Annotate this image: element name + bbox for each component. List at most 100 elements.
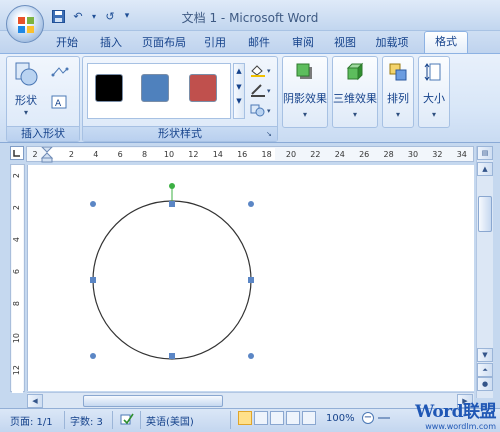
3d-effects-button[interactable]: 三维效果 ▾: [332, 56, 378, 128]
tab-mailings[interactable]: 邮件: [244, 34, 274, 52]
scroll-down-icon[interactable]: ▼: [477, 348, 493, 362]
shadow-effects-icon: [296, 63, 312, 79]
ruler-tick: 10: [163, 150, 175, 159]
svg-text:▾: ▾: [267, 107, 271, 115]
ruler-tick: 32: [432, 150, 443, 159]
chevron-up-icon[interactable]: ▲: [234, 67, 244, 75]
chevron-down-icon: ▾: [23, 108, 28, 117]
rotate-handle[interactable]: [169, 183, 175, 189]
ruler-tick: 2: [12, 205, 21, 211]
horizontal-ruler[interactable]: 2 2 4 6 8 10 12 14 16 18 20 22 24 26 28 30 32 34: [26, 146, 474, 163]
ruler-tick: 2: [32, 150, 38, 159]
chevron-down-icon[interactable]: ▼: [234, 83, 244, 91]
3d-effects-label: 三维效果: [333, 92, 377, 105]
tab-references[interactable]: 引用: [200, 34, 230, 52]
ruler-tick: 10: [12, 333, 21, 344]
edit-shape-icon[interactable]: [51, 65, 69, 79]
shape-fill-icon[interactable]: ▾: [249, 63, 275, 77]
watermark-brand: Word联盟: [415, 402, 496, 422]
office-button[interactable]: [6, 5, 44, 43]
word-count[interactable]: 字数: 3: [70, 413, 103, 428]
resize-handle-right[interactable]: [248, 277, 254, 283]
select-browse-object-icon[interactable]: ●: [477, 377, 493, 391]
proofing-icon[interactable]: [120, 412, 134, 426]
scroll-left-icon[interactable]: ◀: [27, 394, 43, 408]
divider: [112, 411, 113, 429]
vertical-scrollbar[interactable]: ▤ ▲ ▼ ⏶ ●: [476, 146, 493, 398]
3d-effects-icon: [346, 62, 364, 81]
resize-handle-top-left[interactable]: [90, 201, 96, 207]
ruler-tick: 2: [68, 150, 74, 159]
size-label: 大小: [423, 92, 445, 105]
divider: [140, 411, 141, 429]
insert-shapes-group: 形状 ▾ A 插入形状: [6, 56, 80, 142]
resize-handle-bottom[interactable]: [169, 353, 175, 359]
style-swatch-black[interactable]: [95, 74, 123, 102]
ruler-tick: 24: [334, 150, 345, 159]
svg-text:▾: ▾: [267, 67, 271, 75]
resize-handle-top[interactable]: [169, 201, 175, 207]
zoom-level[interactable]: 100%: [326, 413, 355, 424]
size-icon: [424, 63, 441, 81]
print-layout-icon[interactable]: [238, 411, 252, 425]
indent-marker-icon[interactable]: [40, 147, 54, 163]
resize-handle-top-right[interactable]: [248, 201, 254, 207]
arrange-button[interactable]: 排列 ▾: [382, 56, 414, 128]
page-count[interactable]: 页面: 1/1: [10, 413, 53, 428]
chevron-down-icon: ▾: [302, 110, 307, 119]
resize-handle-left[interactable]: [90, 277, 96, 283]
shape-selection[interactable]: [28, 165, 475, 391]
tab-add-ins[interactable]: 加载项: [370, 34, 414, 52]
change-shape-icon[interactable]: ▾: [249, 103, 275, 117]
tab-page-layout[interactable]: 页面布局: [138, 34, 190, 52]
view-ruler-icon[interactable]: ▤: [477, 146, 493, 160]
scroll-thumb-horizontal[interactable]: [83, 395, 223, 407]
tab-insert[interactable]: 插入: [96, 34, 126, 52]
shape-outline-icon[interactable]: ▾: [249, 83, 275, 97]
document-canvas[interactable]: [27, 165, 474, 391]
zoom-out-icon[interactable]: −: [362, 412, 374, 424]
shape-styles-group-label: 形状样式: [83, 126, 277, 141]
resize-handle-bottom-right[interactable]: [248, 353, 254, 359]
full-screen-reading-icon[interactable]: [254, 411, 268, 425]
ruler-tick: 2: [12, 173, 21, 179]
tab-format[interactable]: 格式: [424, 31, 468, 53]
ruler-tick: 6: [12, 269, 21, 275]
style-swatch-red[interactable]: [189, 74, 217, 102]
ruler-tick: 16: [237, 150, 248, 159]
ruler-tick: 22: [310, 150, 321, 159]
shadow-effects-label: 阴影效果: [283, 92, 327, 105]
more-styles-icon[interactable]: ▼: [234, 97, 244, 105]
style-swatch-blue[interactable]: [141, 74, 169, 102]
tab-selector[interactable]: [10, 146, 24, 160]
view-buttons: [238, 411, 316, 425]
draft-icon[interactable]: [302, 411, 316, 425]
gallery-scroll[interactable]: ▲ ▼ ▼: [233, 63, 245, 119]
vertical-ruler[interactable]: 2 2 4 6 8 10 12: [10, 164, 25, 393]
watermark: Word联盟 www.wordlm.com: [385, 404, 496, 432]
shadow-effects-button[interactable]: 阴影效果 ▾: [282, 56, 328, 128]
shapes-button[interactable]: 形状 ▾: [11, 59, 41, 123]
ruler-tick: 14: [212, 150, 223, 159]
scroll-thumb[interactable]: [478, 196, 492, 232]
ruler-text-area: [12, 165, 23, 393]
divider: [64, 411, 65, 429]
tab-view[interactable]: 视图: [330, 34, 360, 52]
ruler-tick: 34: [456, 150, 467, 159]
tab-home[interactable]: 开始: [52, 34, 82, 52]
chevron-down-icon: ▾: [395, 110, 400, 119]
previous-page-icon[interactable]: ⏶: [477, 363, 493, 377]
circle-shape[interactable]: [92, 200, 252, 360]
dialog-launcher-icon[interactable]: ↘: [266, 130, 275, 139]
outline-icon[interactable]: [286, 411, 300, 425]
text-box-icon[interactable]: A: [51, 95, 67, 109]
ruler-tick: 30: [407, 150, 419, 159]
ruler-tick: 26: [359, 150, 370, 159]
resize-handle-bottom-left[interactable]: [90, 353, 96, 359]
web-layout-icon[interactable]: [270, 411, 284, 425]
size-button[interactable]: 大小 ▾: [418, 56, 450, 128]
scroll-up-icon[interactable]: ▲: [477, 162, 493, 176]
ruler-tick: 8: [12, 301, 21, 307]
tab-review[interactable]: 审阅: [288, 34, 318, 52]
language-indicator[interactable]: 英语(美国): [146, 413, 194, 428]
